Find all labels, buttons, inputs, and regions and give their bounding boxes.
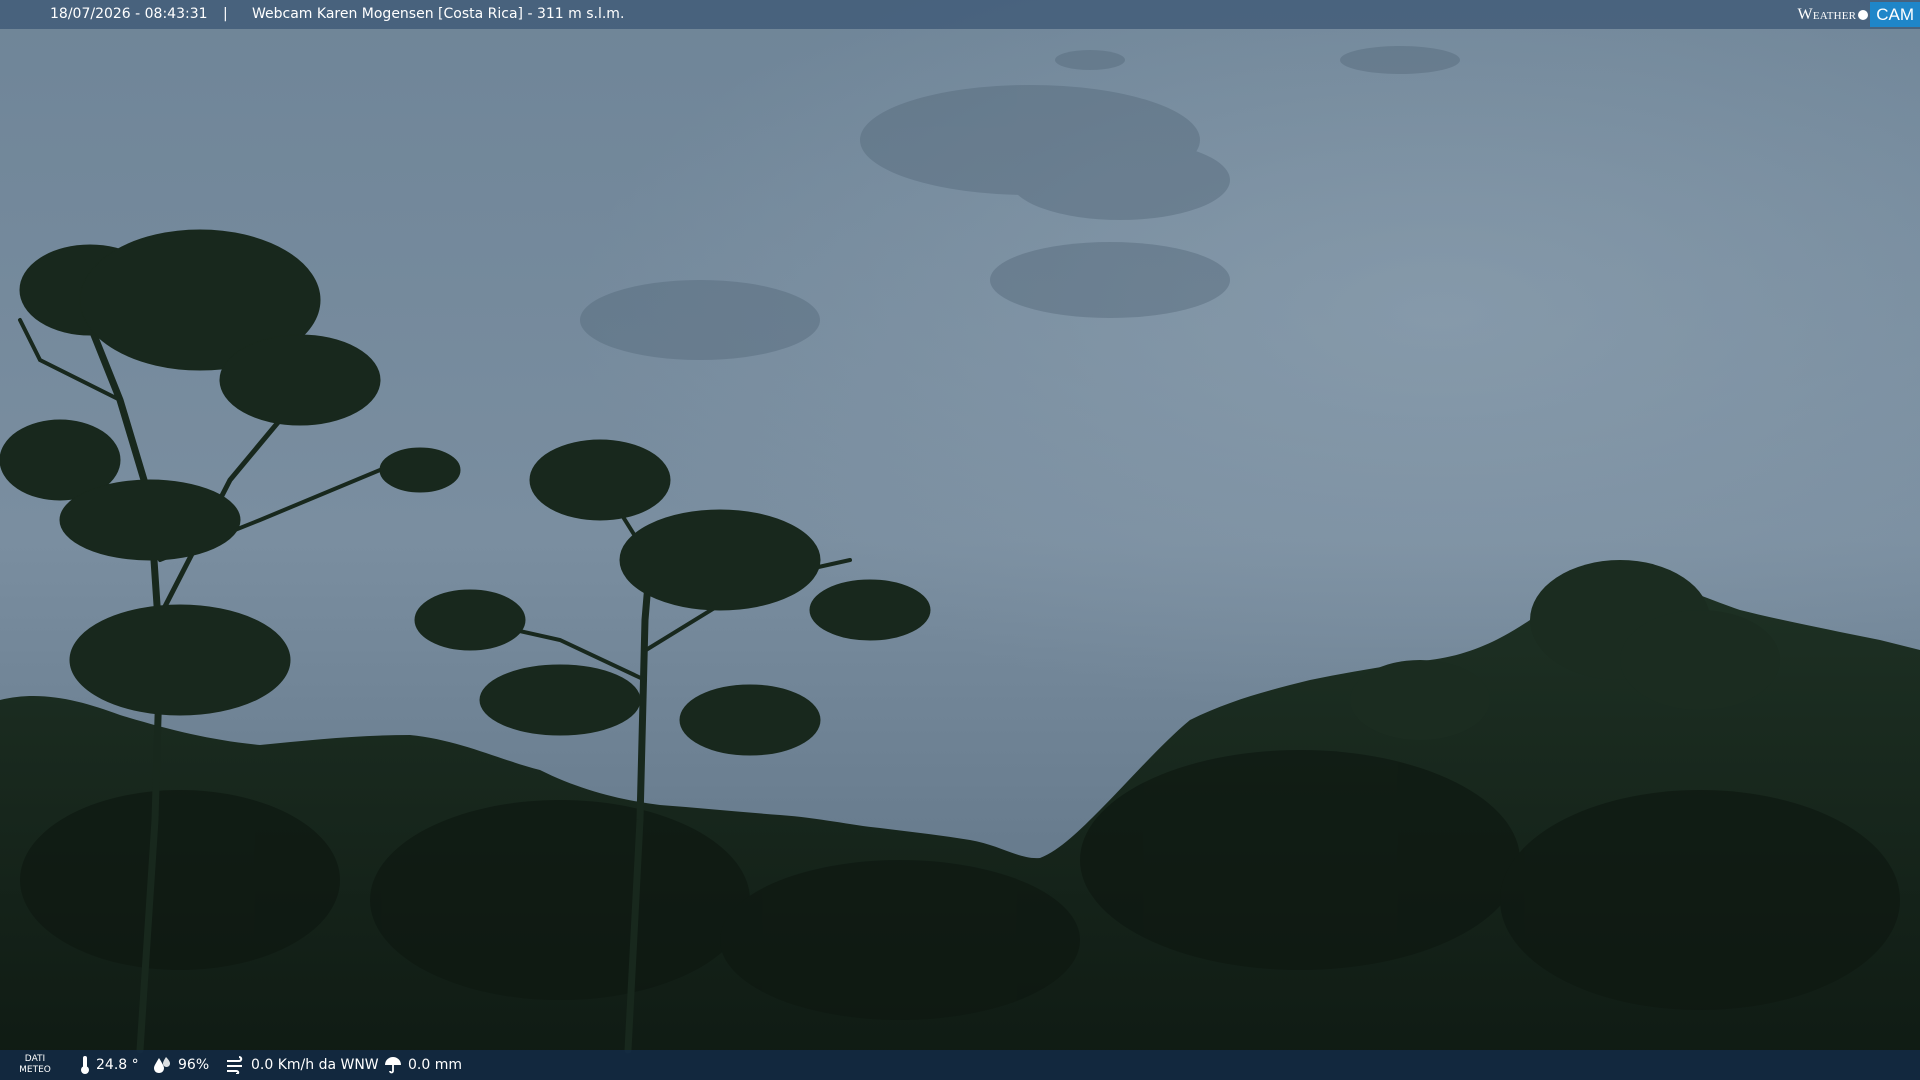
title-separator: | (223, 6, 228, 22)
logo-dot-icon (1858, 9, 1869, 20)
timestamp: 18/07/2026 - 08:43:31 (50, 6, 208, 22)
weathercam-logo: Weather CAM (1798, 0, 1920, 29)
thermometer-icon (81, 1056, 89, 1074)
rain-value: 0.0 mm (408, 1057, 462, 1073)
webcam-image (0, 0, 1920, 1080)
bottom-meteo-bar: DATI METEO 24.8 ° 96% 0.0 Km/h da WNW 0.… (0, 1050, 1920, 1080)
meteo-label-line1: DATI (24, 1054, 46, 1064)
temperature-item: 24.8 ° (80, 1050, 139, 1080)
rain-item: 0.0 mm (384, 1050, 462, 1080)
webcam-frame: 18/07/2026 - 08:43:31 | Webcam Karen Mog… (0, 0, 1920, 1080)
meteo-label-line2: METEO (19, 1065, 51, 1075)
top-info-bar: 18/07/2026 - 08:43:31 | Webcam Karen Mog… (0, 0, 1920, 29)
logo-word: Weather (1797, 6, 1857, 23)
temperature-value: 24.8 ° (96, 1057, 139, 1073)
humidity-value: 96% (178, 1057, 210, 1073)
rain-umbrella-icon (385, 1057, 401, 1074)
logo-cam: CAM (1870, 2, 1920, 27)
wind-value: 0.0 Km/h da WNW (251, 1057, 379, 1073)
humidity-drop-icon (154, 1057, 170, 1073)
humidity-item: 96% (152, 1050, 209, 1080)
camera-title: Webcam Karen Mogensen [Costa Rica] - 311… (252, 6, 625, 22)
wind-icon (227, 1056, 243, 1074)
meteo-label: DATI METEO (18, 1054, 52, 1076)
wind-item: 0.0 Km/h da WNW (225, 1050, 379, 1080)
